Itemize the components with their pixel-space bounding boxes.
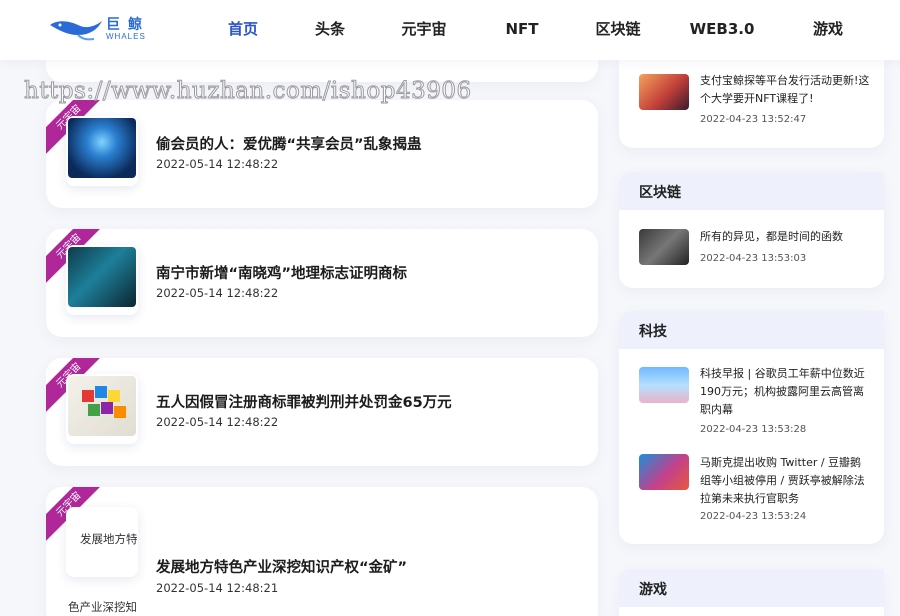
sidebar-item-title[interactable]: 马斯克提出收购 Twitter / 豆瓣鹅组等小组被停用 / 贾跃亭被解除法拉第… (700, 454, 870, 508)
nav-blockchain[interactable]: 区块链 (570, 0, 666, 60)
nav-web3[interactable]: WEB3.0 (666, 0, 778, 60)
sidebar-section-header: 游戏 (619, 569, 884, 607)
article-title[interactable]: 偷会员的人：爱优腾“共享会员”乱象揭蛊 (156, 133, 422, 154)
logo-chinese-text: 巨鲸 (106, 17, 150, 33)
article-card[interactable]: 元宇宙 五人因假冒注册商标罪被判刑并处罚金65万元 2022-05-14 12:… (46, 358, 598, 466)
nav-nft[interactable]: NFT (474, 0, 570, 60)
image-alt-text: 发展地方特 (80, 532, 138, 546)
sidebar-section-title: 游戏 (639, 582, 667, 598)
sidebar-section-header: 区块链 (619, 172, 884, 210)
article-date: 2022-05-14 12:48:22 (156, 286, 279, 300)
watermark: https://www.huzhan.com/ishop43906 (24, 78, 472, 105)
sidebar-item-date: 2022-04-23 13:53:03 (700, 253, 807, 264)
sidebar-section-title: 区块链 (639, 185, 681, 201)
article-title[interactable]: 五人因假冒注册商标罪被判刑并处罚金65万元 (156, 391, 452, 412)
article-thumbnail[interactable] (68, 376, 136, 436)
article-title[interactable]: 南宁市新增“南晓鸡”地理标志证明商标 (156, 262, 407, 283)
article-date: 2022-05-14 12:48:22 (156, 157, 279, 171)
sidebar-thumbnail[interactable] (639, 229, 689, 265)
sidebar-thumbnail[interactable] (639, 454, 689, 490)
whale-logo-icon (50, 21, 102, 41)
nav-games[interactable]: 游戏 (778, 0, 878, 60)
article-card[interactable]: 元宇宙 南宁市新增“南晓鸡”地理标志证明商标 2022-05-14 12:48:… (46, 229, 598, 337)
article-card[interactable]: 元宇宙 偷会员的人：爱优腾“共享会员”乱象揭蛊 2022-05-14 12:48… (46, 100, 598, 208)
main-nav: 首页 头条 元宇宙 NFT 区块链 WEB3.0 游戏 (200, 0, 878, 60)
article-thumbnail[interactable] (68, 247, 136, 307)
sidebar-item-date: 2022-04-23 13:52:47 (700, 114, 807, 125)
sidebar-item-title[interactable]: 科技早报 | 谷歌员工年薪中位数近190万元；机构披露阿里云高管离职内幕 (700, 365, 870, 419)
top-header: 巨鲸 WHALES 首页 头条 元宇宙 NFT 区块链 WEB3.0 游戏 (0, 0, 900, 60)
image-alt-text-overflow: 色产业深挖知 (68, 600, 137, 614)
sidebar-thumbnail[interactable] (639, 367, 689, 403)
sidebar-section-header: 科技 (619, 311, 884, 349)
article-card[interactable]: 元宇宙 发展地方特 发展地方特色产业深挖知识产权“金矿” 2022-05-14 … (46, 487, 598, 616)
nav-metaverse[interactable]: 元宇宙 (374, 0, 474, 60)
nav-headlines[interactable]: 头条 (286, 0, 374, 60)
logo-english-text: WHALES (106, 32, 146, 41)
sidebar-item-title[interactable]: 支付宝鲸探等平台发行活动更新!这个大学要开NFT课程了! (700, 72, 870, 108)
article-date: 2022-05-14 12:48:21 (156, 581, 279, 595)
broken-image-placeholder[interactable]: 发展地方特 (66, 507, 138, 577)
article-date: 2022-05-14 12:48:22 (156, 415, 279, 429)
sidebar-item-date: 2022-04-23 13:53:24 (700, 511, 807, 522)
article-title[interactable]: 发展地方特色产业深挖知识产权“金矿” (156, 556, 407, 577)
article-thumbnail[interactable] (68, 118, 136, 178)
cubes-image-icon (82, 386, 126, 418)
sidebar-item-date: 2022-04-23 13:53:28 (700, 424, 807, 435)
sidebar-section-title: 科技 (639, 324, 667, 340)
site-logo[interactable]: 巨鲸 WHALES (48, 13, 158, 45)
sidebar-item-title[interactable]: 所有的异见，都是时间的函数 (700, 228, 870, 246)
nav-home[interactable]: 首页 (200, 0, 286, 60)
sidebar-thumbnail[interactable] (639, 74, 689, 110)
